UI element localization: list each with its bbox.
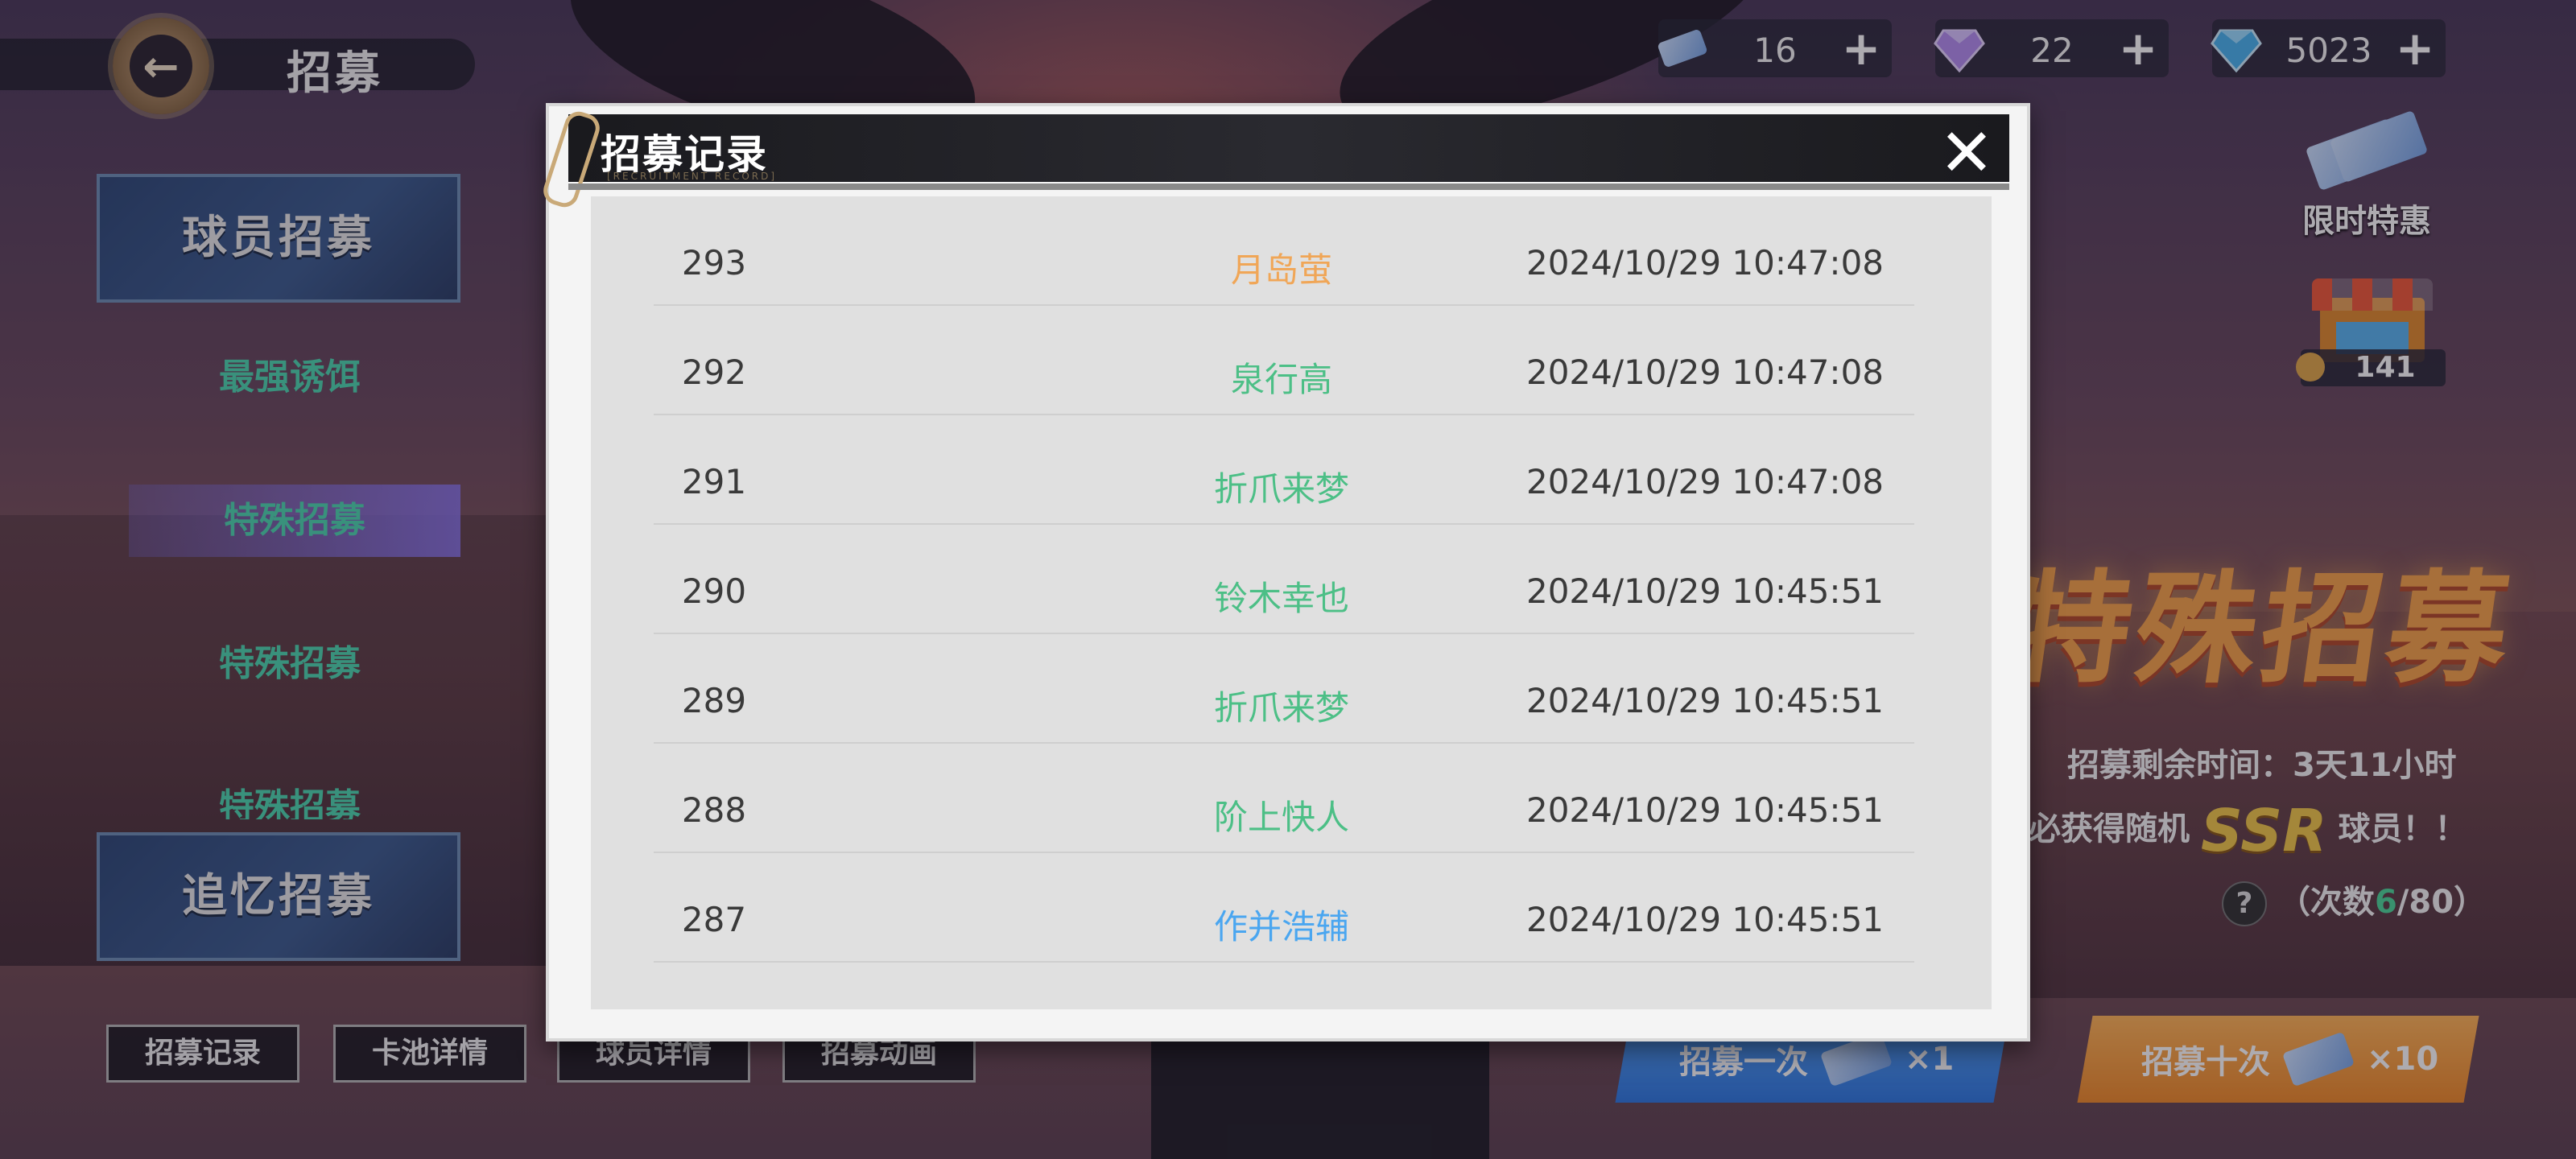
paperclip-icon [539,108,604,211]
header-divider [568,184,2009,190]
dialog-header: 招募记录 [RECRUITMENT RECORD] ✕ [539,108,2009,211]
record-time: 2024/10/29 10:47:08 [1525,462,1885,501]
record-player-name: 铃木幸也 [1213,579,1349,618]
record-time: 2024/10/29 10:47:08 [1525,243,1885,283]
record-player-name: 泉行高 [1230,360,1332,399]
record-row: 291 折爪来梦 2024/10/29 10:47:08 [654,415,1914,525]
record-time: 2024/10/29 10:45:51 [1525,900,1885,939]
record-number: 288 [681,790,747,830]
record-number: 289 [681,681,747,720]
close-icon[interactable]: ✕ [1932,119,2001,188]
record-row: 292 泉行高 2024/10/29 10:47:08 [654,306,1914,415]
recruit-record-dialog: 招募记录 [RECRUITMENT RECORD] ✕ 293 月岛萤 2024/1… [539,103,2030,1041]
record-row: 290 铃木幸也 2024/10/29 10:45:51 [654,525,1914,634]
record-player-name: 作并浩辅 [1213,907,1349,947]
record-number: 291 [681,462,747,501]
record-time: 2024/10/29 10:45:51 [1525,571,1885,611]
record-time: 2024/10/29 10:47:08 [1525,353,1885,392]
record-list[interactable]: 293 月岛萤 2024/10/29 10:47:08 292 泉行高 2024/10/2… [591,196,1992,1009]
dialog-subtitle: [RECRUITMENT RECORD] [607,171,778,182]
record-time: 2024/10/29 10:45:51 [1525,681,1885,720]
record-row: 289 折爪来梦 2024/10/29 10:45:51 [654,634,1914,744]
record-player-name: 折爪来梦 [1213,688,1349,728]
record-player-name: 折爪来梦 [1213,469,1349,509]
record-row: 293 月岛萤 2024/10/29 10:47:08 [654,196,1914,306]
record-player-name: 阶上快人 [1213,798,1349,837]
record-time: 2024/10/29 10:45:51 [1525,790,1885,830]
record-number: 293 [681,243,747,283]
record-number: 290 [681,571,747,611]
record-row: 288 阶上快人 2024/10/29 10:45:51 [654,744,1914,853]
record-number: 287 [681,900,747,939]
record-row: 287 作并浩辅 2024/10/29 10:45:51 [654,853,1914,963]
record-number: 292 [681,353,747,392]
record-player-name: 月岛萤 [1230,250,1332,290]
